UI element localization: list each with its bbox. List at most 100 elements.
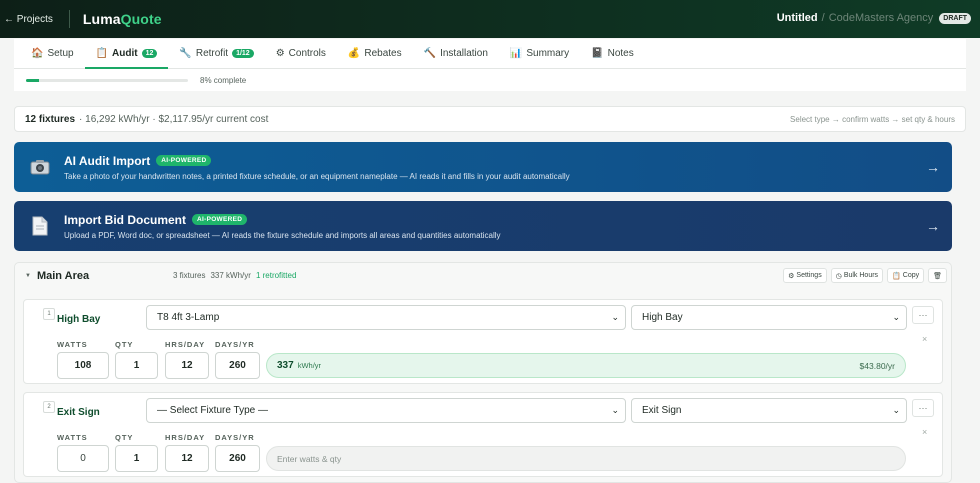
tab-installation[interactable]: 🔨 Installation: [413, 39, 499, 68]
days-input[interactable]: 260: [215, 352, 260, 379]
status-badge: DRAFT: [939, 12, 971, 24]
fixture-count: 12 fixtures: [25, 113, 76, 125]
tab-label: Setup: [47, 48, 74, 59]
select-value: Exit Sign: [642, 405, 682, 416]
progress-fill: [26, 78, 39, 82]
progress-bar: [26, 78, 188, 82]
brand-name-part-2: Quote: [120, 11, 162, 27]
chevron-down-icon: ⌄: [892, 312, 900, 322]
fixture-category-select[interactable]: High Bay ⌄: [631, 305, 907, 330]
tab-label: Installation: [440, 48, 488, 59]
notebook-icon: 📓: [591, 48, 604, 59]
tab-label: Rebates: [364, 48, 402, 59]
fixture-type-select[interactable]: — Select Fixture Type — ⌄: [146, 398, 626, 423]
fixture-card: 2 Exit Sign — Select Fixture Type — ⌄ Exi…: [23, 392, 943, 477]
delete-area-button[interactable]: 🗑: [928, 268, 947, 283]
hrs-input[interactable]: 12: [165, 352, 209, 379]
fixture-type-select[interactable]: T8 4ft 3-Lamp ⌄: [146, 305, 626, 330]
button-label: Copy: [902, 272, 920, 279]
banner-title: Import Bid Document: [64, 212, 186, 227]
tab-bar: 🏠 Setup 📋 Audit 12 🔧 Retrofit 1/12 ⚙ Controls …: [14, 39, 966, 69]
ai-powered-badge: AI-POWERED: [156, 155, 212, 166]
audit-summary: 12 fixtures · 16,292 kWh/yr · $2,117.95/…: [14, 106, 966, 132]
title-separator: /: [821, 12, 825, 24]
camera-icon: [28, 159, 52, 175]
select-value: — Select Fixture Type —: [157, 405, 268, 416]
fixture-category-select[interactable]: Exit Sign ⌄: [631, 398, 907, 423]
annual-cost: $43.80/yr: [859, 360, 895, 371]
area-retrofitted: 1 retrofitted: [255, 271, 297, 280]
energy-result: 337 kWh/yr $43.80/yr: [266, 353, 906, 378]
project-title[interactable]: Untitled: [777, 12, 818, 24]
tab-controls[interactable]: ⚙ Controls: [265, 39, 337, 68]
progress-row: 8% complete: [14, 69, 966, 91]
button-label: Settings: [796, 272, 822, 279]
fixture-card: 1 High Bay T8 4ft 3-Lamp ⌄ High Bay ⌄ ··· …: [23, 299, 943, 384]
document-icon: [28, 216, 52, 236]
watts-label: WATTS: [57, 340, 88, 349]
tab-notes[interactable]: 📓 Notes: [580, 39, 645, 68]
select-value: High Bay: [642, 312, 683, 323]
back-to-projects-link[interactable]: ← Projects: [4, 14, 53, 25]
clipboard-icon: 📋: [892, 272, 901, 280]
fixture-name[interactable]: High Bay: [57, 314, 100, 325]
area-actions: ⚙ Settings ◷ Bulk Hours 📋 Copy 🗑: [783, 268, 947, 283]
ai-powered-badge: AI-POWERED: [192, 214, 248, 225]
moneybag-icon: 💰: [347, 48, 361, 59]
tab-label: Retrofit: [195, 48, 229, 59]
tab-setup[interactable]: 🏠 Setup: [20, 39, 85, 68]
brand-name-part-1: Luma: [82, 11, 121, 27]
ai-audit-import-banner[interactable]: AI Audit Import AI-POWERED Take a photo o…: [14, 142, 952, 192]
bulk-hours-button[interactable]: ◷ Bulk Hours: [830, 268, 884, 283]
collapse-caret-icon[interactable]: ▼: [25, 273, 31, 279]
remove-fixture-button[interactable]: ×: [922, 427, 927, 437]
watts-input[interactable]: 108: [57, 352, 109, 379]
tab-label: Controls: [288, 48, 326, 59]
more-options-button[interactable]: ···: [912, 399, 934, 417]
area-name[interactable]: Main Area: [37, 270, 89, 282]
qty-input[interactable]: 1: [115, 352, 158, 379]
tab-summary[interactable]: 📊 Summary: [499, 39, 580, 68]
fixture-name[interactable]: Exit Sign: [57, 407, 100, 418]
energy-placeholder: Enter watts & qty: [277, 453, 342, 464]
remove-fixture-button[interactable]: ×: [922, 334, 927, 344]
area-fixture-count: 3 fixtures: [173, 271, 206, 280]
area-kwh: 337 kWh/yr: [210, 271, 251, 280]
tab-audit[interactable]: 📋 Audit 12: [84, 39, 169, 69]
select-value: T8 4ft 3-Lamp: [157, 312, 220, 323]
copy-button[interactable]: 📋 Copy: [887, 268, 925, 283]
workflow-hint: Select type → confirm watts → set qty & …: [790, 114, 955, 124]
hrs-input[interactable]: 12: [165, 445, 209, 472]
kwh-value: 337: [277, 360, 294, 371]
more-options-button[interactable]: ···: [912, 306, 934, 324]
area-stats: 3 fixtures 337 kWh/yr 1 retrofitted: [173, 271, 296, 280]
kwh-unit: kWh/yr: [297, 361, 322, 370]
tab-retrofit[interactable]: 🔧 Retrofit 1/12: [168, 39, 264, 68]
agency-name: CodeMasters Agency: [828, 12, 934, 24]
trash-icon: 🗑: [933, 272, 942, 280]
progress-label: 8% complete: [200, 75, 247, 85]
banner-title: AI Audit Import: [64, 153, 151, 168]
project-info: Untitled / CodeMasters Agency DRAFT: [777, 12, 971, 24]
fixture-index: 2: [43, 401, 55, 413]
hrs-label: HRS/DAY: [165, 340, 206, 349]
watts-input[interactable]: 0: [57, 445, 109, 472]
top-bar: ← Projects LumaQuote Untitled / CodeMast…: [0, 0, 980, 38]
settings-button[interactable]: ⚙ Settings: [783, 268, 827, 283]
banner-description: Upload a PDF, Word doc, or spreadsheet —…: [64, 230, 501, 240]
topbar-divider: [68, 10, 70, 28]
chevron-down-icon: ⌄: [611, 405, 619, 415]
tab-count-badge: 12: [141, 49, 158, 58]
tab-label: Audit: [112, 48, 138, 59]
clock-icon: ◷: [835, 272, 842, 280]
tab-rebates[interactable]: 💰 Rebates: [337, 39, 413, 68]
days-input[interactable]: 260: [215, 445, 260, 472]
days-label: DAYS/YR: [215, 340, 255, 349]
chevron-down-icon: ⌄: [611, 312, 619, 322]
area-main: ▼ Main Area 3 fixtures 337 kWh/yr 1 retr…: [14, 262, 952, 483]
tab-label: Summary: [526, 48, 570, 59]
brand-logo: LumaQuote: [83, 11, 162, 27]
qty-label: QTY: [115, 340, 134, 349]
import-bid-document-banner[interactable]: Import Bid Document AI-POWERED Upload a P…: [14, 201, 952, 251]
qty-input[interactable]: 1: [115, 445, 158, 472]
